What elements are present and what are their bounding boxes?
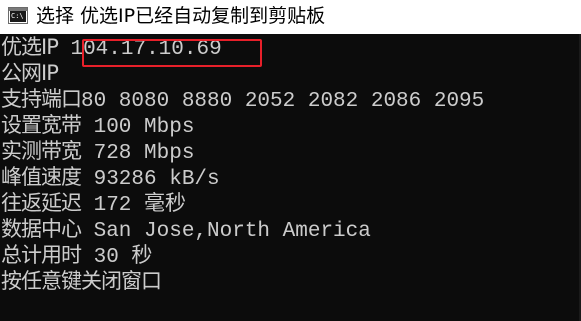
console-output[interactable]: 优选IP 104.17.10.69 公网IP 支持端口80 8080 8880 … (0, 34, 581, 321)
line-set-bandwidth: 设置宽带 100 Mbps (1, 112, 195, 139)
console-window: C:\ 选择 优选IP已经自动复制到剪贴板 优选IP 104.17.10.69 … (0, 0, 581, 321)
line-measured-bandwidth: 实测带宽 728 Mbps (1, 138, 195, 165)
preferred-ip-highlight-box (82, 39, 262, 67)
line-peak-speed: 峰值速度 93286 kB/s (1, 164, 220, 191)
line-public-ip: 公网IP (1, 60, 59, 86)
latency-value: 172 毫秒 (81, 194, 187, 217)
icon-screen: C:\ (10, 11, 26, 22)
preferred-ip-label: 优选IP (1, 35, 59, 59)
measured-bandwidth-label: 实测带宽 (1, 139, 82, 163)
line-supported-ports: 支持端口80 8080 8880 2052 2082 2086 2095 (1, 86, 485, 113)
line-round-trip-latency: 往返延迟 172 毫秒 (1, 190, 187, 217)
measured-bandwidth-value: 728 Mbps (81, 142, 195, 165)
command-prompt-icon: C:\ (8, 7, 28, 24)
line-press-any-key: 按任意键关闭窗口 (1, 268, 162, 294)
peak-speed-value: 93286 kB/s (81, 168, 220, 191)
public-ip-label: 公网IP (1, 61, 59, 85)
window-title: 选择 优选IP已经自动复制到剪贴板 (36, 5, 326, 27)
line-data-center: 数据中心 San Jose,North America (1, 216, 371, 243)
press-any-key-prompt: 按任意键关闭窗口 (1, 269, 162, 293)
peak-speed-label: 峰值速度 (1, 165, 82, 189)
latency-label: 往返延迟 (1, 191, 82, 215)
title-bar[interactable]: C:\ 选择 优选IP已经自动复制到剪贴板 (0, 0, 581, 34)
data-center-value: San Jose,North America (81, 220, 371, 243)
supported-ports-label: 支持端口 (1, 87, 82, 111)
total-time-value: 30 秒 (81, 246, 153, 269)
set-bandwidth-label: 设置宽带 (1, 113, 82, 137)
total-time-label: 总计用时 (1, 243, 82, 267)
data-center-label: 数据中心 (1, 217, 82, 241)
line-total-time: 总计用时 30 秒 (1, 242, 153, 269)
supported-ports-value: 80 8080 8880 2052 2082 2086 2095 (81, 90, 485, 113)
redaction-bar (88, 73, 332, 77)
set-bandwidth-value: 100 Mbps (81, 116, 195, 139)
